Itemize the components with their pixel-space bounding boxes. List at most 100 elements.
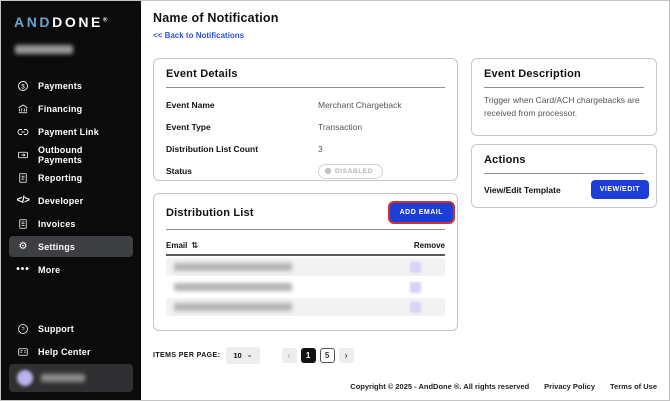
link-icon <box>16 125 30 138</box>
sidebar-item-label: Support <box>38 323 74 334</box>
email-redacted <box>174 303 292 311</box>
view-edit-template-label: View/Edit Template <box>484 184 561 195</box>
event-details-card: Event Details Event Name Merchant Charge… <box>153 58 458 181</box>
invoice-icon <box>16 217 30 230</box>
sidebar-item-label: Settings <box>38 241 76 252</box>
sidebar-item-reporting[interactable]: Reporting <box>9 167 133 188</box>
sidebar-item-support[interactable]: ? Support <box>9 318 133 339</box>
code-icon: </> <box>16 195 30 206</box>
logo-text: DONE <box>52 14 103 30</box>
sort-icon[interactable]: ⇅ <box>191 241 198 250</box>
remove-checkbox-redacted[interactable] <box>410 281 421 293</box>
add-email-button[interactable]: ADD EMAIL <box>389 203 453 222</box>
detail-label: Distribution List Count <box>166 144 259 154</box>
sidebar-item-financing[interactable]: Financing <box>9 98 133 119</box>
email-header-label: Email <box>166 240 188 250</box>
gear-icon: ⚙ <box>18 240 28 252</box>
detail-label: Event Name <box>166 100 215 110</box>
detail-row-event-type: Event Type Transaction <box>166 116 445 138</box>
sidebar-item-label: More <box>38 264 61 275</box>
sidebar-item-developer[interactable]: </> Developer <box>9 190 133 211</box>
user-profile-chip[interactable] <box>9 364 133 392</box>
pagination-bar: ITEMS PER PAGE: 10 ⌄ ‹ 1 5 › <box>153 347 354 364</box>
report-icon <box>16 171 30 184</box>
status-badge-label: DISABLED <box>335 167 374 175</box>
event-description-text: Trigger when Card/ACH chargebacks are re… <box>484 95 640 118</box>
event-description-title: Event Description <box>484 68 581 80</box>
sidebar-item-help-center[interactable]: Help Center <box>9 341 133 362</box>
detail-row-status: Status DISABLED <box>166 160 445 182</box>
sidebar-item-label: Outbound Payments <box>38 144 83 165</box>
table-row <box>166 298 445 316</box>
account-name-redacted <box>15 45 73 54</box>
help-circle-icon: ? <box>16 322 30 335</box>
next-page-button[interactable]: › <box>338 348 354 363</box>
anddone-logo: ANDDONE® <box>1 1 141 30</box>
remove-checkbox-redacted[interactable] <box>410 301 421 313</box>
actions-title: Actions <box>484 154 526 166</box>
view-edit-button[interactable]: VIEW/EDIT <box>590 180 649 199</box>
items-per-page-select[interactable]: 10 ⌄ <box>226 347 260 364</box>
copyright-text: Copyright © 2025 - AndDone ®. All rights… <box>350 382 530 391</box>
distribution-list-card: Distribution List ADD EMAIL Email ⇅ Remov… <box>153 193 458 331</box>
detail-label: Status <box>166 166 192 176</box>
pager: ‹ 1 5 › <box>281 348 354 363</box>
detail-label: Event Type <box>166 122 211 132</box>
privacy-policy-link[interactable]: Privacy Policy <box>544 382 595 391</box>
sidebar-item-label: Developer <box>38 195 84 206</box>
divider <box>166 87 445 88</box>
table-row <box>166 278 445 296</box>
page-title: Name of Notification <box>153 11 279 25</box>
detail-row-event-name: Event Name Merchant Chargeback <box>166 94 445 116</box>
dollar-circle-icon: $ <box>16 79 30 92</box>
prev-page-button[interactable]: ‹ <box>281 348 297 363</box>
items-per-page-label: ITEMS PER PAGE: <box>153 352 221 359</box>
sidebar-item-outbound-payments[interactable]: Outbound Payments <box>9 144 133 165</box>
items-per-page-value: 10 <box>233 351 242 360</box>
help-center-icon <box>16 345 30 358</box>
sidebar-item-label: Reporting <box>38 172 83 183</box>
ellipsis-icon: ••• <box>16 264 30 275</box>
divider <box>484 87 644 88</box>
distribution-list-title: Distribution List <box>166 206 254 219</box>
logo-registered-mark: ® <box>103 17 108 24</box>
bank-icon <box>16 102 30 115</box>
sidebar-item-settings[interactable]: ⚙ Settings <box>9 236 133 257</box>
logo-accent-text: AND <box>14 14 53 30</box>
sidebar-item-payments[interactable]: $ Payments <box>9 75 133 96</box>
sidebar-nav: $ Payments Financing Payment Link Outbou… <box>1 75 141 362</box>
sidebar-item-more[interactable]: ••• More <box>9 259 133 280</box>
distribution-list-header: Distribution List ADD EMAIL <box>166 203 453 222</box>
status-dot-icon <box>325 168 331 174</box>
terms-of-use-link[interactable]: Terms of Use <box>610 382 657 391</box>
sidebar-item-invoices[interactable]: Invoices <box>9 213 133 234</box>
sidebar: ANDDONE® $ Payments Financing Payment Li… <box>1 1 141 400</box>
divider <box>484 173 644 174</box>
user-name-redacted <box>41 374 85 382</box>
card-out-icon <box>16 148 30 161</box>
detail-value: Transaction <box>318 122 363 132</box>
email-column-header: Email ⇅ <box>166 241 198 250</box>
chevron-down-icon: ⌄ <box>246 351 253 359</box>
page-button-5[interactable]: 5 <box>319 348 335 363</box>
detail-value: 3 <box>318 144 323 154</box>
table-row <box>166 258 445 276</box>
avatar <box>17 370 33 386</box>
page-button-1[interactable]: 1 <box>300 348 316 363</box>
back-to-notifications-link[interactable]: << Back to Notifications <box>153 31 244 40</box>
sidebar-item-label: Help Center <box>38 346 91 357</box>
sidebar-item-payment-link[interactable]: Payment Link <box>9 121 133 142</box>
remove-checkbox-redacted[interactable] <box>410 261 421 273</box>
event-description-card: Event Description Trigger when Card/ACH … <box>471 58 657 136</box>
remove-column-header: Remove <box>413 240 445 250</box>
table-header: Email ⇅ Remove <box>166 236 445 256</box>
sidebar-item-label: Payments <box>38 80 83 91</box>
event-details-title: Event Details <box>166 68 238 80</box>
sidebar-item-label: Payment Link <box>38 126 99 137</box>
detail-row-distribution-count: Distribution List Count 3 <box>166 138 445 160</box>
actions-card: Actions View/Edit Template VIEW/EDIT <box>471 144 657 208</box>
status-badge: DISABLED <box>318 163 384 179</box>
sidebar-item-label: Invoices <box>38 218 76 229</box>
main-content: Name of Notification << Back to Notifica… <box>141 1 669 400</box>
